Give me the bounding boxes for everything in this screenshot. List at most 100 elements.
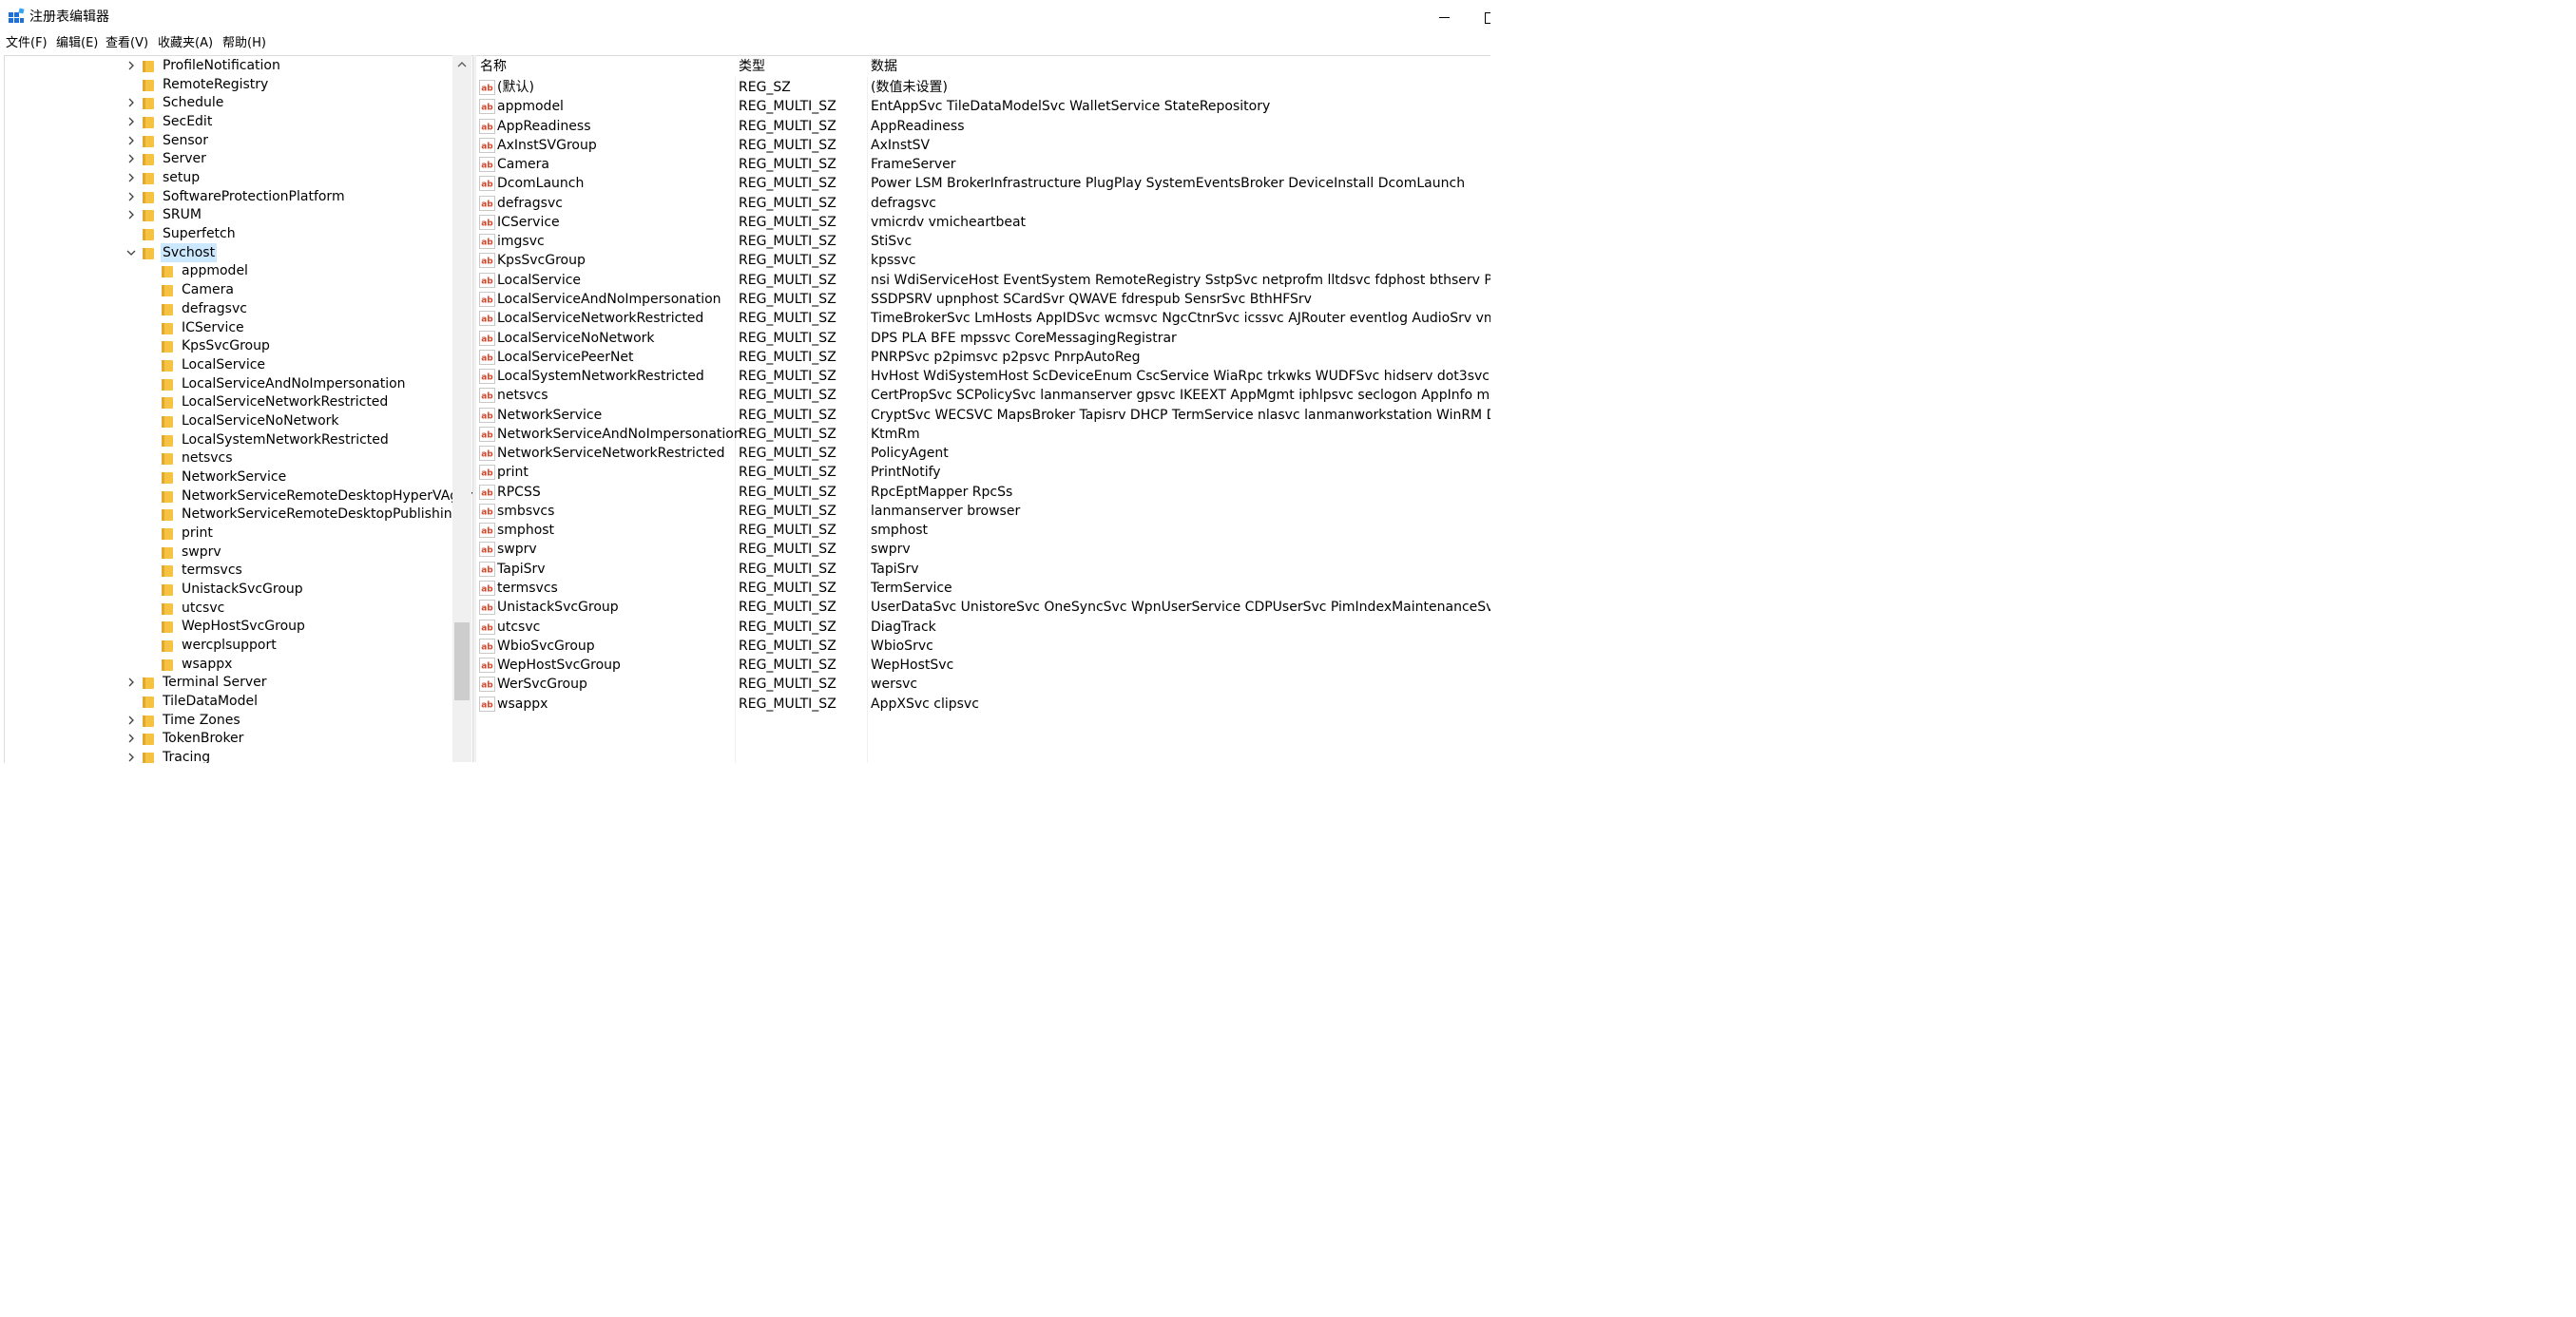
value-row[interactable]: ab Camera REG_MULTI_SZ FrameServer [476, 155, 1490, 174]
key-tree[interactable]: ProfileNotification RemoteRegistry Schedul… [4, 55, 473, 763]
tree-item-svchost[interactable]: Svchost [5, 242, 453, 262]
tree-item-wercplsupport[interactable]: wercplsupport [5, 636, 453, 655]
value-row[interactable]: ab swprv REG_MULTI_SZ swprv [476, 540, 1490, 559]
tree-item-wephostsvcgroup[interactable]: WepHostSvcGroup [5, 617, 453, 636]
tree-item-defragsvc[interactable]: defragsvc [5, 299, 453, 318]
value-row[interactable]: ab smbsvcs REG_MULTI_SZ lanmanserver browse… [476, 502, 1490, 521]
chevron-right-icon[interactable] [126, 60, 136, 71]
chevron-right-icon[interactable] [126, 752, 136, 763]
value-row[interactable]: ab KpsSvcGroup REG_MULTI_SZ kpssvc [476, 251, 1490, 270]
tree-item-utcsvc[interactable]: utcsvc [5, 599, 453, 618]
scrollbar-thumb[interactable] [454, 622, 470, 700]
tree-item-localservice[interactable]: LocalService [5, 355, 453, 374]
value-row[interactable]: ab WepHostSvcGroup REG_MULTI_SZ WepHostSvc [476, 656, 1490, 675]
tree-item-networkserviceremotedesktoppublishing[interactable]: NetworkServiceRemoteDesktopPublishing [5, 505, 461, 524]
chevron-right-icon[interactable] [126, 116, 136, 127]
menu-edit[interactable]: 编辑(E) [56, 34, 98, 53]
value-row[interactable]: ab AppReadiness REG_MULTI_SZ AppReadiness [476, 117, 1490, 136]
chevron-right-icon[interactable] [126, 153, 136, 164]
tree-item-swprv[interactable]: swprv [5, 543, 453, 562]
tree-item-localsystemnetworkrestricted[interactable]: LocalSystemNetworkRestricted [5, 430, 453, 449]
chevron-down-icon[interactable] [126, 247, 136, 258]
tree-item-wsappx[interactable]: wsappx [5, 655, 453, 674]
value-row[interactable]: ab defragsvc REG_MULTI_SZ defragsvc [476, 194, 1490, 213]
value-row[interactable]: ab NetworkServiceNetworkRestricted REG_MUL… [476, 444, 1490, 463]
value-row[interactable]: ab print REG_MULTI_SZ PrintNotify [476, 463, 1490, 482]
chevron-right-icon[interactable] [126, 209, 136, 220]
value-row[interactable]: ab WerSvcGroup REG_MULTI_SZ wersvc [476, 675, 1490, 694]
value-row[interactable]: ab LocalServicePeerNet REG_MULTI_SZ PNRPSvc… [476, 348, 1490, 367]
value-row[interactable]: ab AxInstSVGroup REG_MULTI_SZ AxInstSV [476, 136, 1490, 155]
value-row[interactable]: ab wsappx REG_MULTI_SZ AppXSvc clipsvc [476, 695, 1490, 714]
value-row[interactable]: ab ICService REG_MULTI_SZ vmicrdv vmicheart… [476, 213, 1490, 232]
tree-item-appmodel[interactable]: appmodel [5, 261, 453, 280]
value-row[interactable]: ab termsvcs REG_MULTI_SZ TermService [476, 579, 1490, 598]
value-row[interactable]: ab LocalServiceAndNoImpersonation REG_MULT… [476, 290, 1490, 309]
tree-item-networkservice[interactable]: NetworkService [5, 468, 453, 487]
tree-item-print[interactable]: print [5, 524, 453, 543]
value-row[interactable]: ab WbioSvcGroup REG_MULTI_SZ WbioSrvc [476, 637, 1490, 656]
tree-item-tiledatamodel[interactable]: TileDataModel [5, 692, 453, 711]
chevron-right-icon[interactable] [126, 97, 136, 108]
value-row[interactable]: ab netsvcs REG_MULTI_SZ CertPropSvc SCPolic… [476, 386, 1490, 405]
chevron-right-icon[interactable] [126, 715, 136, 726]
value-row[interactable]: ab smphost REG_MULTI_SZ smphost [476, 521, 1490, 540]
chevron-right-icon[interactable] [126, 172, 136, 183]
value-row[interactable]: ab NetworkServiceAndNoImpersonation REG_MU… [476, 425, 1490, 444]
tree-item-superfetch[interactable]: Superfetch [5, 224, 453, 243]
menu-help[interactable]: 帮助(H) [222, 34, 266, 53]
value-row[interactable]: ab appmodel REG_MULTI_SZ EntAppSvc TileData… [476, 97, 1490, 116]
value-row[interactable]: ab NetworkService REG_MULTI_SZ CryptSvc WEC… [476, 406, 1490, 425]
svg-text:ab: ab [481, 604, 493, 614]
value-row[interactable]: ab LocalService REG_MULTI_SZ nsi WdiService… [476, 271, 1490, 290]
tree-item-unistacksvcgroup[interactable]: UnistackSvcGroup [5, 580, 453, 599]
value-row[interactable]: ab UnistackSvcGroup REG_MULTI_SZ UserDataSv… [476, 598, 1490, 617]
tree-item-profilenotification[interactable]: ProfileNotification [5, 56, 453, 75]
column-header-type[interactable]: 类型 [739, 56, 868, 77]
tree-item-tracing[interactable]: Tracing [5, 748, 453, 763]
tree-item-softwareprotectionplatform[interactable]: SoftwareProtectionPlatform [5, 187, 453, 206]
scroll-up-button[interactable] [452, 55, 471, 74]
value-row[interactable]: ab imgsvc REG_MULTI_SZ StiSvc [476, 232, 1490, 251]
minimize-button[interactable] [1426, 4, 1464, 30]
value-row[interactable]: ab RPCSS REG_MULTI_SZ RpcEptMapper RpcSs [476, 483, 1490, 502]
value-row[interactable]: ab (默认) REG_SZ (数值未设置) [476, 78, 1490, 97]
tree-item-label: netsvcs [182, 450, 233, 467]
tree-item-netsvcs[interactable]: netsvcs [5, 449, 453, 468]
tree-item-srum[interactable]: SRUM [5, 205, 453, 224]
tree-item-networkserviceremotedesktophypervagent[interactable]: NetworkServiceRemoteDesktopHyperVAgent [5, 487, 473, 506]
column-header-data[interactable]: 数据 [871, 56, 1489, 77]
value-row[interactable]: ab LocalServiceNoNetwork REG_MULTI_SZ DPS P… [476, 329, 1490, 348]
tree-item-camera[interactable]: Camera [5, 280, 453, 299]
tree-item-icservice[interactable]: ICService [5, 318, 453, 337]
value-row[interactable]: ab TapiSrv REG_MULTI_SZ TapiSrv [476, 560, 1490, 579]
column-header-name[interactable]: 名称 [480, 56, 737, 77]
chevron-right-icon[interactable] [126, 135, 136, 146]
tree-item-kpssvcgroup[interactable]: KpsSvcGroup [5, 336, 453, 355]
tree-item-tokenbroker[interactable]: TokenBroker [5, 729, 453, 748]
tree-item-time-zones[interactable]: Time Zones [5, 711, 453, 730]
menu-favorites[interactable]: 收藏夹(A) [158, 34, 213, 53]
tree-item-remoteregistry[interactable]: RemoteRegistry [5, 75, 453, 94]
value-row[interactable]: ab LocalServiceNetworkRestricted REG_MULTI… [476, 309, 1490, 328]
tree-item-sensor[interactable]: Sensor [5, 131, 453, 150]
tree-item-secedit[interactable]: SecEdit [5, 112, 453, 131]
value-row[interactable]: ab DcomLaunch REG_MULTI_SZ Power LSM Broker… [476, 174, 1490, 193]
chevron-right-icon[interactable] [126, 191, 136, 202]
menu-view[interactable]: 查看(V) [106, 34, 148, 53]
tree-scrollbar[interactable] [452, 55, 471, 762]
value-row[interactable]: ab LocalSystemNetworkRestricted REG_MULTI_… [476, 367, 1490, 386]
tree-item-terminal-server[interactable]: Terminal Server [5, 673, 453, 692]
tree-item-localservicenetworkrestricted[interactable]: LocalServiceNetworkRestricted [5, 392, 453, 411]
chevron-right-icon[interactable] [126, 733, 136, 744]
menu-file[interactable]: 文件(F) [6, 34, 48, 53]
tree-item-schedule[interactable]: Schedule [5, 93, 453, 112]
chevron-right-icon[interactable] [126, 677, 136, 688]
tree-item-termsvcs[interactable]: termsvcs [5, 561, 453, 580]
tree-item-server[interactable]: Server [5, 149, 453, 168]
tree-item-setup[interactable]: setup [5, 168, 453, 187]
maximize-button[interactable] [1479, 4, 1490, 30]
value-row[interactable]: ab utcsvc REG_MULTI_SZ DiagTrack [476, 618, 1490, 637]
tree-item-localserviceandnoimpersonation[interactable]: LocalServiceAndNoImpersonation [5, 374, 453, 393]
tree-item-localservicenonetwork[interactable]: LocalServiceNoNetwork [5, 411, 453, 430]
